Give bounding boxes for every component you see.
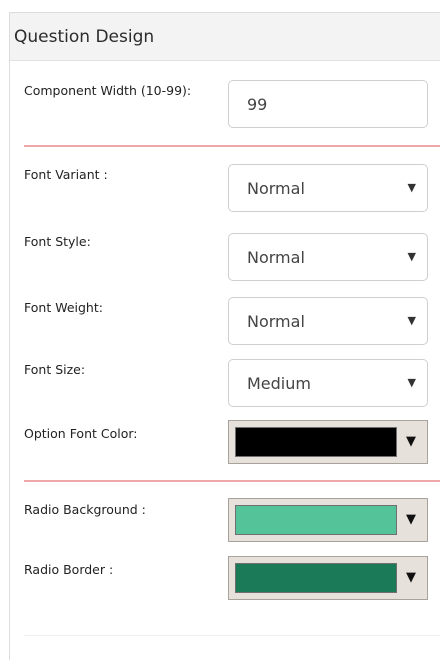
panel-title: Question Design [14,27,155,47]
panel-header: Question Design [10,13,440,61]
font-size-value: Medium [247,374,311,393]
font-style-label: Font Style: [24,234,91,249]
radio-background-swatch [235,505,397,535]
chevron-down-icon: ▼ [407,181,416,194]
radio-background-label: Radio Background : [24,502,146,517]
component-width-value: 99 [247,95,268,114]
font-size-select[interactable]: Medium ▼ [228,359,428,407]
chevron-down-icon: ▼ [406,434,416,449]
font-size-label: Font Size: [24,362,86,377]
font-weight-label: Font Weight: [24,300,103,315]
chevron-down-icon: ▼ [406,512,416,527]
option-font-color-picker[interactable]: ▼ [228,420,428,464]
component-width-label: Component Width (10-99): [24,83,192,98]
font-variant-select[interactable]: Normal ▼ [228,164,428,212]
component-width-input[interactable]: 99 [228,80,428,128]
option-font-color-swatch [235,427,397,457]
font-variant-value: Normal [247,179,305,198]
font-variant-label: Font Variant : [24,167,108,182]
option-font-color-label: Option Font Color: [24,426,138,441]
font-weight-select[interactable]: Normal ▼ [228,297,428,345]
radio-border-color-picker[interactable]: ▼ [228,556,428,600]
font-style-value: Normal [247,248,305,267]
chevron-down-icon: ▼ [407,250,416,263]
divider [24,635,440,636]
chevron-down-icon: ▼ [406,570,416,585]
question-design-panel: Question Design Component Width (10-99):… [9,12,440,660]
chevron-down-icon: ▼ [407,314,416,327]
font-style-select[interactable]: Normal ▼ [228,233,428,281]
font-weight-value: Normal [247,312,305,331]
radio-border-label: Radio Border : [24,562,114,577]
chevron-down-icon: ▼ [407,376,416,389]
radio-border-swatch [235,563,397,593]
section-separator [24,145,440,147]
section-separator [24,480,440,482]
radio-background-color-picker[interactable]: ▼ [228,498,428,542]
